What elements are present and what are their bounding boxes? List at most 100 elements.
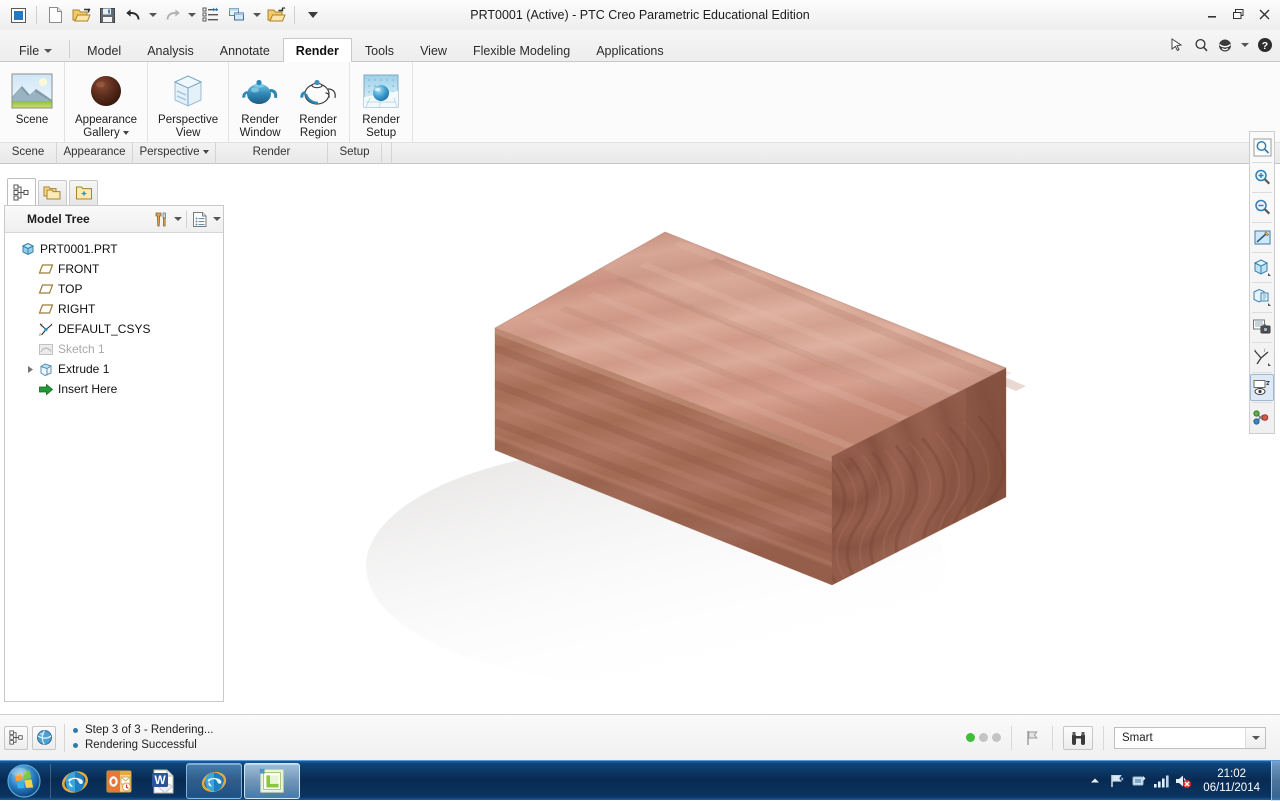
tree-item-right[interactable]: RIGHT bbox=[5, 299, 223, 319]
ribbon-right-icons: ? bbox=[1168, 36, 1274, 54]
group-label-render[interactable]: Render bbox=[216, 142, 328, 164]
favorites-tab[interactable] bbox=[69, 180, 98, 205]
tree-item-part[interactable]: PRT0001.PRT bbox=[5, 239, 223, 259]
folder-browser-tab[interactable] bbox=[38, 180, 67, 205]
view-manager-icon[interactable] bbox=[1250, 314, 1274, 341]
tree-item-front[interactable]: FRONT bbox=[5, 259, 223, 279]
tree-expander-icon[interactable] bbox=[23, 365, 37, 374]
selection-filter-select[interactable]: Smart bbox=[1114, 726, 1266, 749]
start-orb[interactable] bbox=[0, 762, 48, 800]
group-label-scene[interactable]: Scene bbox=[0, 142, 57, 164]
window-controls bbox=[1200, 3, 1276, 25]
window-switch-icon[interactable] bbox=[225, 3, 249, 27]
regenerate-icon[interactable] bbox=[199, 3, 223, 27]
tab-file[interactable]: File bbox=[6, 38, 65, 62]
flag-icon[interactable] bbox=[1022, 730, 1042, 746]
signal-bars-icon[interactable] bbox=[1150, 768, 1172, 794]
tree-item-label: Sketch 1 bbox=[58, 342, 105, 356]
tree-settings-caret-icon[interactable] bbox=[172, 208, 184, 230]
chevron-down-icon[interactable] bbox=[1245, 727, 1265, 748]
tab-model[interactable]: Model bbox=[74, 38, 134, 62]
scene-button[interactable]: Scene bbox=[2, 66, 62, 128]
restore-button[interactable] bbox=[1226, 3, 1250, 25]
repaint-icon[interactable] bbox=[1250, 224, 1274, 251]
render-region-button[interactable]: Render Region bbox=[289, 66, 347, 141]
teapot-filled-icon bbox=[239, 70, 281, 112]
title-bar: PRT0001 (Active) - PTC Creo Parametric E… bbox=[0, 0, 1280, 30]
tree-item-insert-here[interactable]: Insert Here bbox=[5, 379, 223, 399]
undo-caret-icon[interactable] bbox=[147, 3, 158, 27]
tree-display-caret-icon[interactable] bbox=[211, 208, 223, 230]
close-window-icon[interactable] bbox=[264, 3, 288, 27]
model-tree-tab[interactable] bbox=[7, 178, 36, 205]
search-icon[interactable] bbox=[1192, 36, 1210, 54]
redo-caret-icon[interactable] bbox=[186, 3, 197, 27]
open-icon[interactable] bbox=[69, 3, 93, 27]
pointer-icon[interactable] bbox=[1168, 36, 1186, 54]
taskbar-window-creo[interactable] bbox=[244, 762, 300, 799]
creo-icon bbox=[259, 768, 284, 793]
bullet-icon bbox=[73, 727, 78, 733]
taskbar-clock[interactable]: 21:02 06/11/2014 bbox=[1194, 767, 1269, 795]
status-message-row: Step 3 of 3 - Rendering... bbox=[73, 724, 214, 736]
browser-toggle-button[interactable] bbox=[32, 725, 56, 750]
globe-icon[interactable] bbox=[1216, 36, 1234, 54]
refit-icon[interactable] bbox=[1250, 134, 1274, 161]
list-page-icon[interactable] bbox=[189, 208, 211, 230]
customize-icon[interactable] bbox=[301, 3, 325, 27]
minimize-button[interactable] bbox=[1200, 3, 1224, 25]
tab-applications[interactable]: Applications bbox=[583, 38, 676, 62]
render-window-button[interactable]: Render Window bbox=[231, 66, 289, 141]
appearance-gallery-button[interactable]: Appearance Gallery bbox=[67, 66, 145, 141]
save-icon[interactable] bbox=[95, 3, 119, 27]
help-icon[interactable]: ? bbox=[1256, 36, 1274, 54]
taskbar-window-ie[interactable] bbox=[186, 762, 242, 799]
tree-item-sketch[interactable]: Sketch 1 bbox=[5, 339, 223, 359]
volume-muted-icon[interactable] bbox=[1172, 768, 1194, 794]
perspective-view-button[interactable]: Perspective View bbox=[150, 66, 226, 141]
window-switch-caret-icon[interactable] bbox=[251, 3, 262, 27]
annotation-display-icon[interactable] bbox=[1250, 374, 1274, 401]
saved-views-icon[interactable] bbox=[1250, 284, 1274, 311]
tab-flexible-modeling[interactable]: Flexible Modeling bbox=[460, 38, 583, 62]
new-icon[interactable] bbox=[43, 3, 67, 27]
display-style-icon[interactable] bbox=[1250, 254, 1274, 281]
show-desktop-button[interactable] bbox=[1271, 760, 1280, 801]
tab-annotate[interactable]: Annotate bbox=[207, 38, 283, 62]
taskbar-word[interactable]: W bbox=[142, 763, 184, 799]
action-center-flag-icon[interactable] bbox=[1106, 768, 1128, 794]
group-label-perspective[interactable]: Perspective bbox=[133, 142, 216, 164]
undo-icon[interactable] bbox=[121, 3, 145, 27]
spin-center-icon[interactable] bbox=[1250, 404, 1274, 431]
group-label-setup[interactable]: Setup bbox=[328, 142, 382, 164]
hammer-screwdriver-icon[interactable] bbox=[150, 208, 172, 230]
taskbar-internet-explorer[interactable] bbox=[54, 763, 96, 799]
indicator-dot-3 bbox=[992, 733, 1001, 742]
group-label-appearance[interactable]: Appearance bbox=[57, 142, 133, 164]
network-status-icon[interactable] bbox=[1128, 768, 1150, 794]
status-message-text: Step 3 of 3 - Rendering... bbox=[85, 724, 214, 736]
tree-item-extrude[interactable]: Extrude 1 bbox=[5, 359, 223, 379]
app-menu-icon[interactable] bbox=[6, 3, 30, 27]
tab-view[interactable]: View bbox=[407, 38, 460, 62]
model-tree-toggle-button[interactable] bbox=[4, 725, 28, 750]
zoom-out-icon[interactable] bbox=[1250, 194, 1274, 221]
taskbar-outlook[interactable] bbox=[98, 763, 140, 799]
close-button[interactable] bbox=[1252, 3, 1276, 25]
tree-item-top[interactable]: TOP bbox=[5, 279, 223, 299]
graphics-window[interactable] bbox=[226, 166, 1280, 714]
tab-render[interactable]: Render bbox=[282, 38, 352, 62]
render-setup-button[interactable]: Render Setup bbox=[352, 66, 410, 141]
svg-text:x: x bbox=[50, 322, 52, 327]
tab-analysis[interactable]: Analysis bbox=[134, 38, 207, 62]
tab-tools[interactable]: Tools bbox=[352, 38, 407, 62]
datum-display-icon[interactable]: x / bbox=[1250, 344, 1274, 371]
tree-item-label: DEFAULT_CSYS bbox=[58, 322, 151, 336]
rendered-wood-block[interactable] bbox=[226, 166, 1280, 714]
zoom-in-icon[interactable] bbox=[1250, 164, 1274, 191]
search-binoculars-button[interactable] bbox=[1063, 725, 1093, 750]
globe-caret-icon[interactable] bbox=[1240, 36, 1250, 54]
redo-icon[interactable] bbox=[160, 3, 184, 27]
show-hidden-icons-icon[interactable] bbox=[1084, 768, 1106, 794]
tree-item-default-csys[interactable]: y x z DEFAULT_CSYS bbox=[5, 319, 223, 339]
